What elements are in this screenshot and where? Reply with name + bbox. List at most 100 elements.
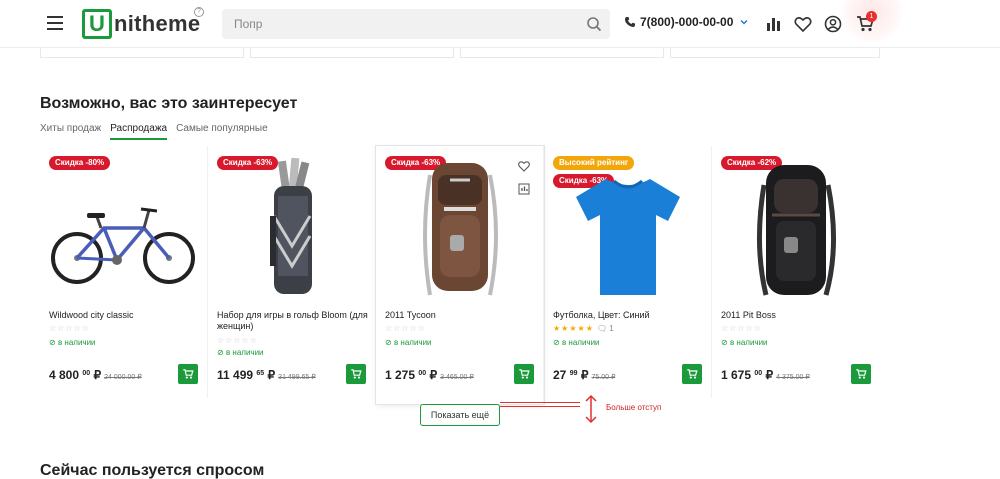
price-currency: ₽ <box>429 368 438 382</box>
annotation-text: Больше отступ <box>606 403 662 412</box>
old-price: 3 465.00 ₽ <box>440 374 474 381</box>
tab-popular[interactable]: Самые популярные <box>176 123 268 140</box>
cart-icon <box>183 369 194 379</box>
phone-number: 7(800)-000-00-00 <box>640 15 734 29</box>
price-cents: 99 <box>569 370 578 377</box>
show-more-button[interactable]: Показать ещё <box>420 404 500 426</box>
add-to-cart-button[interactable] <box>514 364 534 384</box>
stock-status: ⊘ в наличии <box>553 338 600 347</box>
stock-status: ⊘ в наличии <box>385 338 432 347</box>
add-to-cart-button[interactable] <box>851 364 871 384</box>
price: 1 675 00 ₽4 375.00 ₽ <box>721 368 810 382</box>
category-card[interactable] <box>40 48 244 58</box>
logo-mark: U <box>82 9 112 39</box>
old-price: 24 000.00 ₽ <box>104 374 142 381</box>
cart-icon <box>351 369 362 379</box>
review-count[interactable]: 🗨 1 <box>597 324 614 333</box>
tshirt-image <box>576 178 680 295</box>
cart-icon <box>856 369 867 379</box>
backpack-image <box>756 165 837 296</box>
price-main: 1 675 <box>721 368 752 382</box>
stock-status: ⊘ в наличии <box>49 338 96 347</box>
add-to-cart-button[interactable] <box>682 364 702 384</box>
product-card[interactable]: Скидка -80% Wildwood city classic ☆☆☆☆☆ … <box>40 146 208 398</box>
product-card[interactable]: Скидка -63% Набор для игры в гольф Bloom… <box>208 146 376 398</box>
product-name[interactable]: Набор для игры в гольф Bloom (для женщин… <box>217 310 369 332</box>
stock-status-label: в наличии <box>561 338 600 347</box>
annotation-line <box>500 402 580 407</box>
add-to-cart-button[interactable] <box>178 364 198 384</box>
stock-status-label: в наличии <box>729 338 768 347</box>
logo-help-badge: ? <box>194 7 204 17</box>
product-image[interactable] <box>217 156 367 301</box>
cart-count-badge: 1 <box>866 11 877 22</box>
phone-icon <box>625 17 635 27</box>
product-name[interactable]: 2011 Pit Boss <box>721 310 873 321</box>
category-card[interactable] <box>460 48 664 58</box>
price-cents: 65 <box>256 370 265 377</box>
stock-status-label: в наличии <box>225 348 264 357</box>
old-price: 75.00 ₽ <box>591 374 616 381</box>
price: 27 99 ₽75.00 ₽ <box>553 368 615 382</box>
stock-status: ⊘ в наличии <box>721 338 768 347</box>
stock-status-label: в наличии <box>393 338 432 347</box>
product-image[interactable] <box>385 154 535 306</box>
price-currency: ₽ <box>580 368 589 382</box>
tab-bestsellers[interactable]: Хиты продаж <box>40 123 101 140</box>
price-currency: ₽ <box>93 368 102 382</box>
compare-chart-icon[interactable] <box>763 14 783 34</box>
rating-stars: ☆☆☆☆☆ <box>385 324 426 333</box>
product-name[interactable]: Wildwood city classic <box>49 310 201 321</box>
heart-icon[interactable] <box>793 14 813 34</box>
rating-stars: ★★★★★ 🗨 1 <box>553 324 614 333</box>
cart-icon <box>519 369 530 379</box>
tab-sale[interactable]: Распродажа <box>110 123 168 140</box>
product-image[interactable] <box>553 166 703 301</box>
search-box <box>222 9 610 39</box>
old-price: 4 375.00 ₽ <box>776 374 810 381</box>
product-image[interactable] <box>721 154 871 306</box>
golf-bag-image <box>270 157 312 294</box>
phone-block[interactable]: 7(800)-000-00-00 <box>624 15 749 29</box>
chevron-down-icon[interactable] <box>739 17 749 27</box>
product-grid: Скидка -80% Wildwood city classic ☆☆☆☆☆ … <box>40 146 880 404</box>
rating-stars-value: ★★★★★ <box>553 324 594 333</box>
add-to-cart-button[interactable] <box>346 364 366 384</box>
product-image[interactable] <box>49 180 199 300</box>
old-price: 31 499.65 ₽ <box>278 374 316 381</box>
price-cents: 00 <box>418 370 427 377</box>
bicycle-image <box>51 207 195 284</box>
double-arrow-icon <box>585 394 597 424</box>
price-main: 27 <box>553 368 567 382</box>
price-cents: 00 <box>82 370 91 377</box>
header: U nitheme ? 7(800)-000-00-00 1 <box>0 0 1000 48</box>
product-card[interactable]: Высокий рейтинг Скидка -63% Футболка, Цв… <box>544 146 712 398</box>
section-title: Возможно, вас это заинтересует <box>40 95 298 112</box>
product-name[interactable]: Футболка, Цвет: Синий <box>553 310 705 321</box>
cart-icon <box>687 369 698 379</box>
price: 11 499 65 ₽31 499.65 ₽ <box>217 368 316 382</box>
backpack-image <box>423 163 498 296</box>
category-card[interactable] <box>670 48 880 58</box>
price-main: 11 499 <box>217 368 254 382</box>
search-input[interactable] <box>222 9 562 39</box>
price-main: 1 275 <box>385 368 416 382</box>
stock-status: ⊘ в наличии <box>217 348 264 357</box>
stock-status-label: в наличии <box>57 338 96 347</box>
logo[interactable]: U nitheme ? <box>82 7 204 39</box>
price-currency: ₽ <box>765 368 774 382</box>
product-name[interactable]: 2011 Tycoon <box>385 310 537 321</box>
product-card[interactable]: Скидка -63% 2011 Tycoon ☆☆☆☆☆ ⊘ в наличи… <box>376 146 544 404</box>
price-main: 4 800 <box>49 368 80 382</box>
price: 4 800 00 ₽24 000.00 ₽ <box>49 368 142 382</box>
review-count-value: 1 <box>609 324 614 333</box>
category-card[interactable] <box>250 48 454 58</box>
menu-icon[interactable] <box>47 16 63 30</box>
logo-text: nitheme <box>114 11 201 36</box>
search-icon[interactable] <box>586 16 602 32</box>
product-card[interactable]: Скидка -62% 2011 Pit Boss ☆☆☆☆☆ ⊘ в нали… <box>712 146 880 398</box>
product-tabs: Хиты продаж Распродажа Самые популярные <box>40 123 277 140</box>
discount-badge: Скидка -80% <box>49 156 111 170</box>
next-section-title: Сейчас пользуется спросом <box>40 462 265 479</box>
rating-stars: ☆☆☆☆☆ <box>217 336 258 345</box>
